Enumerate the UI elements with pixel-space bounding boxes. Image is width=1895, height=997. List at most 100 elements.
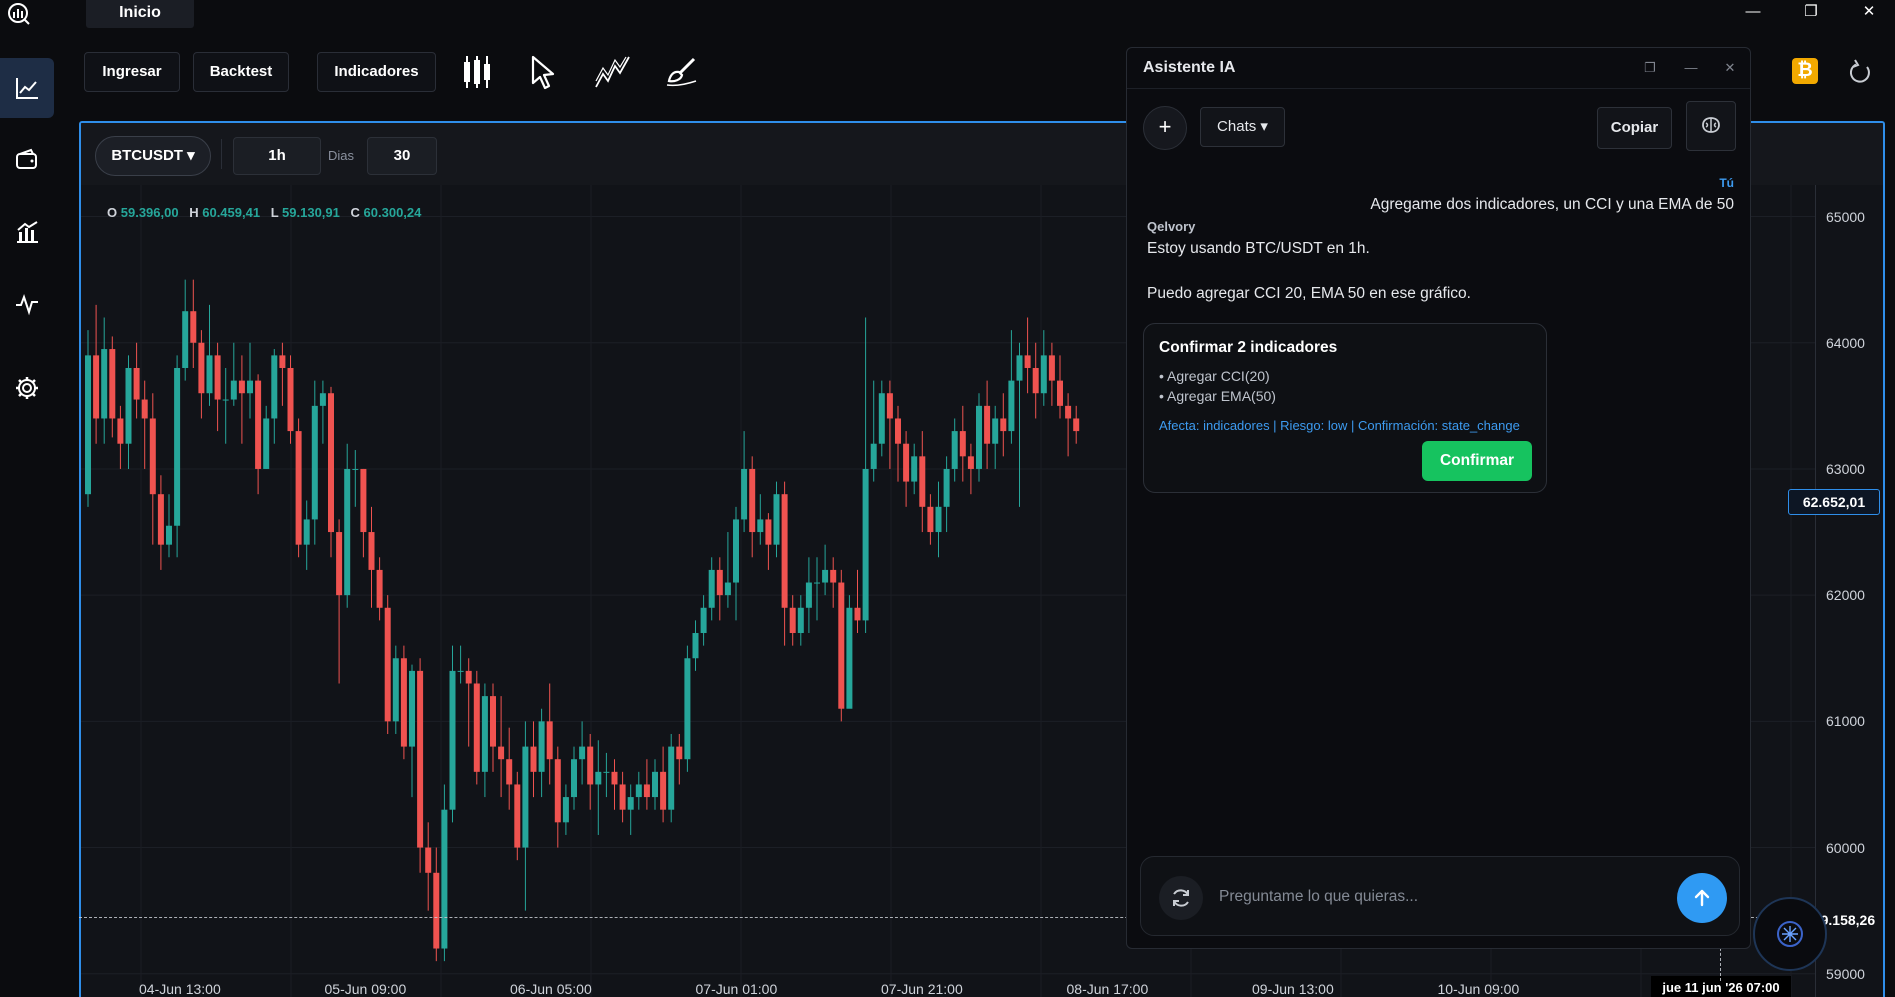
candle bbox=[506, 759, 513, 785]
candle bbox=[368, 532, 375, 570]
candle bbox=[992, 418, 999, 444]
candle bbox=[870, 443, 877, 469]
candle bbox=[109, 349, 116, 419]
candle bbox=[384, 607, 391, 722]
candle bbox=[319, 393, 326, 406]
candle bbox=[157, 494, 164, 545]
candle bbox=[652, 771, 658, 798]
ohlc-open-value: 59.396,00 bbox=[120, 205, 179, 220]
candle bbox=[214, 355, 221, 400]
assistant-close-button[interactable]: ✕ bbox=[1722, 60, 1738, 76]
time-tick-label: 07-Jun 21:00 bbox=[881, 981, 963, 997]
price-tick-label: 61000 bbox=[1826, 713, 1865, 730]
candle bbox=[595, 771, 602, 785]
line-chart-icon bbox=[16, 78, 38, 99]
brain-icon bbox=[1702, 117, 1720, 133]
days-label: Dias bbox=[328, 148, 355, 163]
window-maximize-button[interactable]: ❐ bbox=[1784, 0, 1838, 26]
candle bbox=[336, 532, 343, 596]
candle bbox=[911, 456, 918, 482]
candle bbox=[433, 872, 440, 949]
sidebar-item-wallet[interactable] bbox=[0, 130, 54, 190]
brush-tool[interactable] bbox=[660, 50, 704, 94]
interval-selector[interactable]: 1h bbox=[233, 137, 321, 175]
candle bbox=[1057, 380, 1063, 406]
backtest-button[interactable]: Backtest bbox=[193, 52, 289, 92]
indicadores-button[interactable]: Indicadores bbox=[317, 52, 436, 92]
candle bbox=[554, 759, 561, 823]
ai-brain-icon bbox=[1777, 921, 1803, 947]
time-tick-label: 10-Jun 09:00 bbox=[1437, 981, 1520, 997]
candle bbox=[838, 582, 845, 709]
candle bbox=[1024, 355, 1031, 368]
candle bbox=[676, 746, 683, 760]
reset-conversation-button[interactable] bbox=[1159, 876, 1203, 920]
refresh-button[interactable] bbox=[1844, 58, 1874, 88]
new-chat-button[interactable]: + bbox=[1143, 106, 1187, 150]
candle bbox=[1040, 355, 1047, 394]
candle bbox=[716, 569, 723, 596]
candle bbox=[546, 721, 553, 760]
candle bbox=[255, 380, 262, 469]
candle bbox=[1008, 380, 1015, 432]
candle bbox=[238, 380, 245, 394]
candle bbox=[352, 468, 359, 470]
ohlc-open-label: O bbox=[107, 205, 118, 220]
chat-input[interactable] bbox=[1219, 882, 1659, 912]
price-tick-label: 63000 bbox=[1826, 460, 1865, 477]
sidebar-item-settings[interactable] bbox=[0, 358, 54, 418]
candle bbox=[797, 607, 804, 634]
assistant-title: Asistente IA bbox=[1143, 59, 1236, 76]
price-tick-label: 62000 bbox=[1826, 587, 1865, 604]
tab-inicio[interactable]: Inicio bbox=[86, 0, 194, 28]
copy-button[interactable]: Copiar bbox=[1597, 107, 1672, 149]
sidebar-item-chart[interactable] bbox=[0, 58, 54, 118]
brain-button[interactable] bbox=[1686, 101, 1736, 151]
ingresar-button[interactable]: Ingresar bbox=[84, 52, 180, 92]
sidebar-item-activity[interactable] bbox=[0, 274, 54, 334]
bitcoin-icon[interactable]: ₿ bbox=[1792, 58, 1818, 84]
candle bbox=[927, 506, 934, 533]
candle bbox=[400, 658, 407, 747]
candle bbox=[854, 607, 861, 621]
assistant-restore-button[interactable]: ❐ bbox=[1642, 60, 1658, 76]
confirm-button[interactable]: Confirmar bbox=[1422, 441, 1532, 481]
cursor-tool[interactable] bbox=[521, 50, 565, 94]
days-input[interactable]: 30 bbox=[367, 137, 437, 175]
candle bbox=[830, 569, 837, 583]
arrow-up-icon bbox=[1694, 889, 1710, 907]
candle bbox=[878, 393, 885, 444]
send-button[interactable] bbox=[1677, 873, 1727, 923]
window-minimize-button[interactable]: — bbox=[1726, 0, 1780, 26]
candle bbox=[1032, 367, 1039, 394]
candle bbox=[919, 456, 926, 507]
window-close-button[interactable]: ✕ bbox=[1842, 0, 1895, 26]
candle bbox=[587, 746, 594, 785]
pointer-icon bbox=[531, 55, 555, 90]
candle bbox=[93, 355, 100, 419]
symbol-selector[interactable]: BTCUSDT ▾ bbox=[95, 136, 211, 176]
candles-tool[interactable] bbox=[455, 50, 499, 94]
candle bbox=[951, 431, 958, 469]
trendline-tool[interactable] bbox=[591, 50, 635, 94]
candle bbox=[846, 607, 853, 709]
candle bbox=[190, 311, 197, 343]
sidebar-item-analytics[interactable] bbox=[0, 202, 54, 262]
candle bbox=[287, 367, 294, 432]
candle bbox=[862, 468, 869, 621]
candle bbox=[166, 525, 172, 545]
candle bbox=[903, 443, 910, 482]
price-axis[interactable]: 65000 64000 63000 62000 61000 60000 59000 bbox=[1815, 185, 1883, 997]
candle bbox=[805, 582, 812, 608]
trading-app: Inicio — ❐ ✕ Ingresar Backtest Indicador… bbox=[0, 0, 1895, 997]
price-tick-label: 64000 bbox=[1826, 334, 1865, 351]
assistant-minimize-button[interactable]: — bbox=[1683, 60, 1699, 76]
candle bbox=[822, 569, 829, 583]
time-tick-label: 08-Jun 17:00 bbox=[1066, 981, 1149, 997]
candle bbox=[660, 771, 667, 810]
candle bbox=[441, 809, 448, 949]
title-bar: Inicio — ❐ ✕ bbox=[0, 0, 1895, 28]
assistant-floating-button[interactable] bbox=[1753, 897, 1827, 971]
candle bbox=[514, 784, 521, 848]
chats-dropdown[interactable]: Chats ▾ bbox=[1200, 107, 1285, 147]
